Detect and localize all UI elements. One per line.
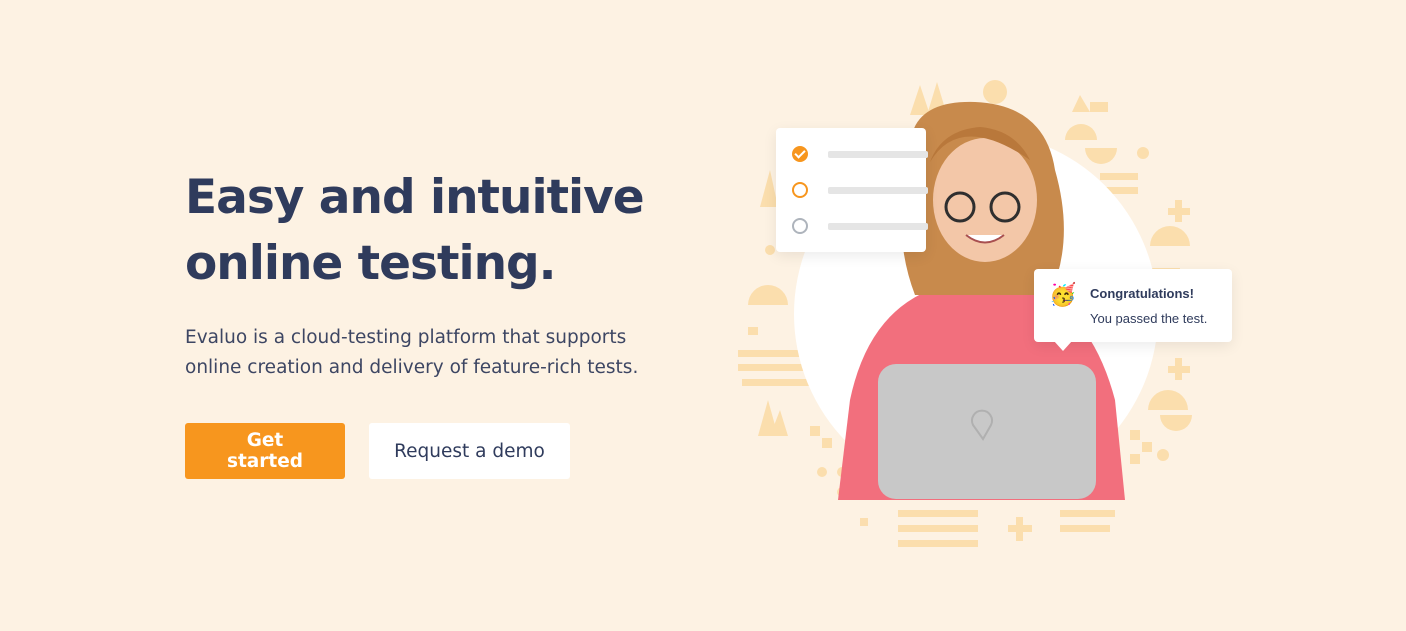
request-demo-button[interactable]: Request a demo (369, 423, 570, 479)
placeholder-line (828, 187, 928, 194)
checklist-item (792, 182, 928, 202)
get-started-button[interactable]: Get started (185, 423, 345, 479)
cta-buttons: Get started Request a demo (185, 423, 705, 479)
hero-content: Easy and intuitive online testing. Evalu… (185, 165, 705, 479)
checkmark-circle-icon (792, 146, 808, 162)
congratulations-toast: 🥳 Congratulations! You passed the test. (1034, 269, 1232, 351)
subtitle-line-1: Evaluo is a cloud-testing platform that … (185, 327, 627, 348)
hero-headline: Easy and intuitive online testing. (185, 165, 705, 297)
headline-line-2: online testing. (185, 236, 557, 291)
subtitle-line-2: online creation and delivery of feature-… (185, 357, 639, 378)
headline-line-1: Easy and intuitive (185, 170, 645, 225)
placeholder-line (828, 151, 928, 158)
placeholder-line (828, 223, 928, 230)
empty-circle-icon (792, 218, 808, 234)
checklist-card (776, 128, 928, 252)
toast-message: You passed the test. (1090, 311, 1208, 326)
empty-circle-icon (792, 182, 808, 198)
party-face-icon: 🥳 (1049, 282, 1077, 307)
checklist-item (792, 218, 928, 238)
hero-subtitle: Evaluo is a cloud-testing platform that … (185, 323, 655, 383)
toast-title: Congratulations! (1090, 286, 1194, 301)
checklist-item (792, 146, 928, 166)
